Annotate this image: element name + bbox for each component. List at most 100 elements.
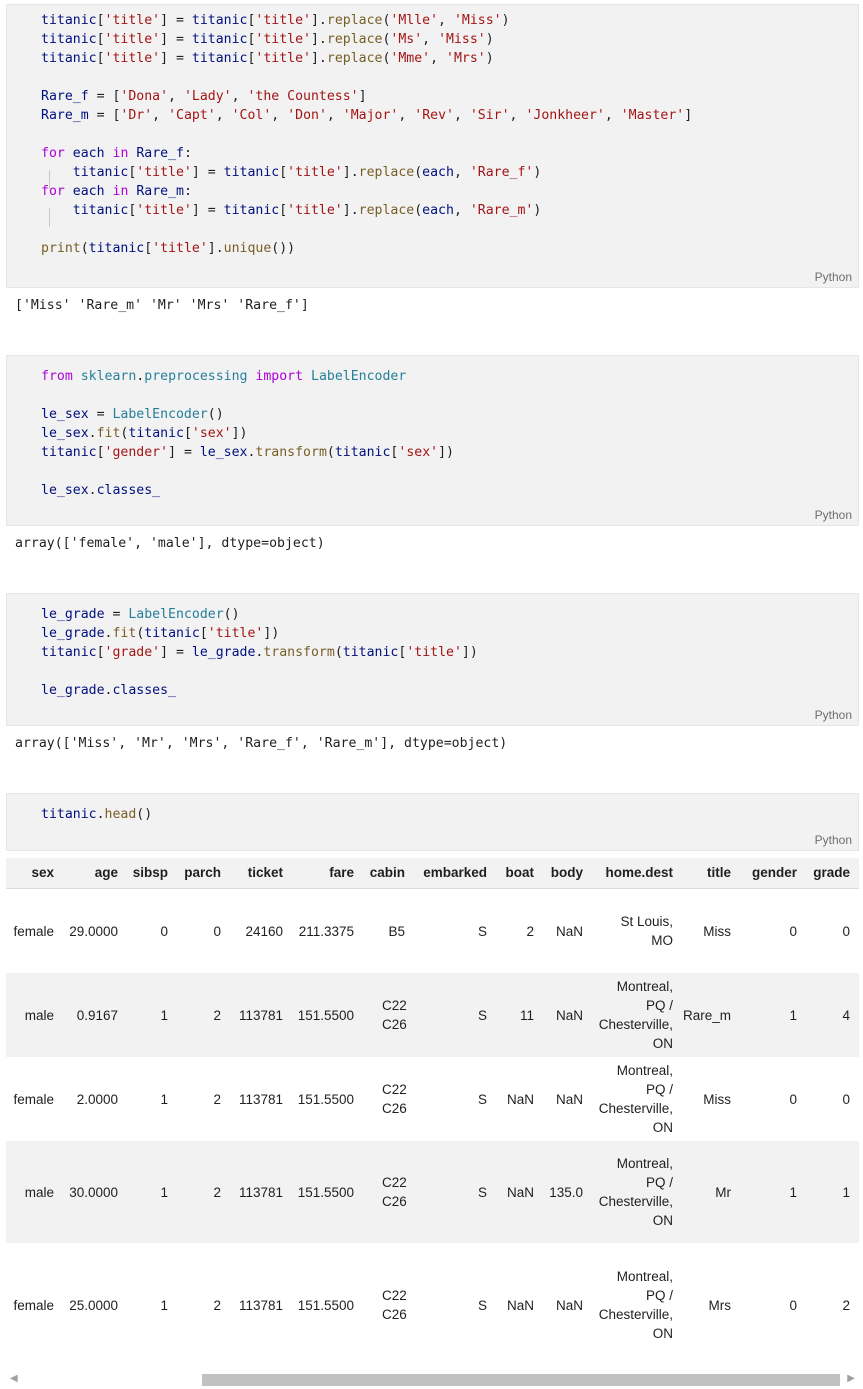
code-line: from sklearn.preprocessing import LabelE… [41, 369, 407, 384]
cell-output-3: array(['Miss', 'Mr', 'Mrs', 'Rare_f', 'R… [15, 736, 508, 751]
table-cell-body: NaN [555, 924, 583, 939]
table-cell-boat: 11 [519, 1008, 534, 1023]
table-cell-parch: 2 [213, 1092, 221, 1107]
column-header-gender: gender [751, 865, 797, 880]
table-cell-home-dest: Montreal, PQ / Chesterville, ON [598, 1156, 673, 1228]
table-cell-gender: 1 [789, 1185, 797, 1200]
code-cell-1[interactable]: titanic['title'] = titanic['title'].repl… [6, 4, 859, 288]
code-line: for each in Rare_m: [41, 184, 192, 199]
table-cell-fare: 151.5500 [297, 1092, 354, 1107]
table-cell-grade: 4 [842, 1008, 850, 1023]
table-cell-cabin: B5 [388, 924, 405, 939]
code-line: le_grade = LabelEncoder() [41, 607, 240, 622]
code-editor[interactable]: titanic.head() [41, 805, 152, 824]
code-line: titanic['title'] = titanic['title'].repl… [41, 32, 494, 47]
table-cell-title: Miss [703, 1092, 731, 1107]
table-row: female 25.0000 1 2 113781 151.5500 C22 C26 S NaN N… [6, 1243, 859, 1367]
table-cell-embarked: S [477, 1008, 487, 1023]
table-cell-parch: 2 [213, 1298, 221, 1313]
code-line: titanic['title'] = titanic['title'].repl… [41, 51, 494, 66]
table-cell-title: Rare_m [682, 1008, 731, 1023]
table-cell-boat: 2 [526, 924, 534, 939]
table-cell-sibsp: 1 [160, 1008, 168, 1023]
code-line: Rare_m = ['Dr', 'Capt', 'Col', 'Don', 'M… [41, 108, 693, 123]
language-label[interactable]: Python [815, 833, 852, 847]
scrollbar-thumb[interactable] [202, 1374, 840, 1386]
table-cell-age: 30.0000 [69, 1185, 118, 1200]
column-header-title: title [706, 865, 731, 880]
table-cell-grade: 0 [842, 1092, 850, 1107]
table-cell-age: 2.0000 [76, 1092, 118, 1107]
code-line: Rare_f = ['Dona', 'Lady', 'the Countess'… [41, 89, 367, 104]
table-cell-embarked: S [477, 1092, 487, 1107]
table-cell-parch: 2 [213, 1008, 221, 1023]
code-line: le_sex.classes_ [41, 483, 161, 498]
column-header-boat: boat [505, 865, 535, 880]
column-header-grade: grade [813, 865, 850, 880]
code-line: le_grade.fit(titanic['title']) [41, 626, 280, 641]
code-line: titanic['title'] = titanic['title'].repl… [72, 203, 542, 218]
table-cell-boat: NaN [506, 1298, 534, 1313]
table-cell-boat: NaN [506, 1185, 534, 1200]
table-cell-ticket: 113781 [238, 1298, 283, 1313]
table-cell-parch: 0 [213, 924, 221, 939]
table-cell-age: 25.0000 [69, 1298, 118, 1313]
horizontal-scrollbar[interactable]: ◀ ▶ [6, 1372, 859, 1388]
column-header-sibsp: sibsp [132, 865, 168, 880]
table-cell-parch: 2 [213, 1185, 221, 1200]
table-cell-cabin: C22 C26 [382, 1082, 407, 1116]
table-cell-home-dest: Montreal, PQ / Chesterville, ON [598, 1063, 673, 1135]
chevron-left-icon[interactable]: ◀ [10, 1373, 18, 1384]
table-cell-cabin: C22 C26 [382, 998, 407, 1032]
code-cell-4[interactable]: titanic.head() Python [6, 793, 859, 851]
code-line: le_sex.fit(titanic['sex']) [41, 426, 248, 441]
table-cell-gender: 1 [789, 1008, 797, 1023]
table-cell-sex: male [24, 1185, 54, 1200]
table-cell-title: Mr [715, 1185, 731, 1200]
table-cell-age: 29.0000 [69, 924, 118, 939]
code-cell-3[interactable]: le_grade = LabelEncoder() le_grade.fit(ti… [6, 593, 859, 726]
table-cell-grade: 1 [842, 1185, 850, 1200]
table-cell-gender: 0 [789, 1298, 797, 1313]
code-editor[interactable]: from sklearn.preprocessing import LabelE… [41, 367, 454, 500]
column-header-fare: fare [329, 865, 354, 880]
table-cell-title: Miss [703, 924, 731, 939]
cell-output-1: ['Miss' 'Rare_m' 'Mr' 'Mrs' 'Rare_f'] [15, 298, 309, 313]
code-editor[interactable]: le_grade = LabelEncoder() le_grade.fit(ti… [41, 605, 478, 700]
table-cell-embarked: S [477, 1185, 487, 1200]
code-cell-2[interactable]: from sklearn.preprocessing import LabelE… [6, 355, 859, 526]
table-cell-ticket: 113781 [238, 1092, 283, 1107]
table-cell-sibsp: 1 [160, 1092, 168, 1107]
column-header-cabin: cabin [369, 865, 405, 880]
dataframe-body: female 29.0000 0 0 24160 211.3375 B5 S 2 NaN St Lo… [6, 889, 859, 1367]
table-cell-age: 0.9167 [76, 1008, 118, 1023]
code-line: titanic['grade'] = le_grade.transform(ti… [41, 645, 478, 660]
chevron-right-icon[interactable]: ▶ [847, 1373, 855, 1384]
code-editor[interactable]: titanic['title'] = titanic['title'].repl… [41, 11, 692, 258]
column-header-ticket: ticket [247, 865, 283, 880]
dataframe-output: sex age sibsp parch ticket fare cabin embarked b… [6, 858, 859, 1367]
table-row: male 30.0000 1 2 113781 151.5500 C22 C26 S NaN 135… [6, 1141, 859, 1243]
column-header-sex: sex [31, 865, 54, 880]
language-label[interactable]: Python [815, 708, 852, 722]
table-cell-fare: 151.5500 [297, 1008, 354, 1023]
table-cell-sibsp: 1 [160, 1185, 168, 1200]
table-cell-gender: 0 [789, 1092, 797, 1107]
table-cell-embarked: S [477, 1298, 487, 1313]
column-header-body: body [550, 865, 583, 880]
code-line: titanic['title'] = titanic['title'].repl… [72, 165, 542, 180]
language-label[interactable]: Python [815, 508, 852, 522]
table-cell-sibsp: 0 [160, 924, 168, 939]
table-cell-ticket: 113781 [238, 1185, 283, 1200]
column-header-age: age [94, 865, 118, 880]
language-label[interactable]: Python [815, 270, 852, 284]
code-line: le_grade.classes_ [41, 683, 177, 698]
table-cell-home-dest: Montreal, PQ / Chesterville, ON [598, 979, 673, 1051]
table-cell-embarked: S [477, 924, 487, 939]
